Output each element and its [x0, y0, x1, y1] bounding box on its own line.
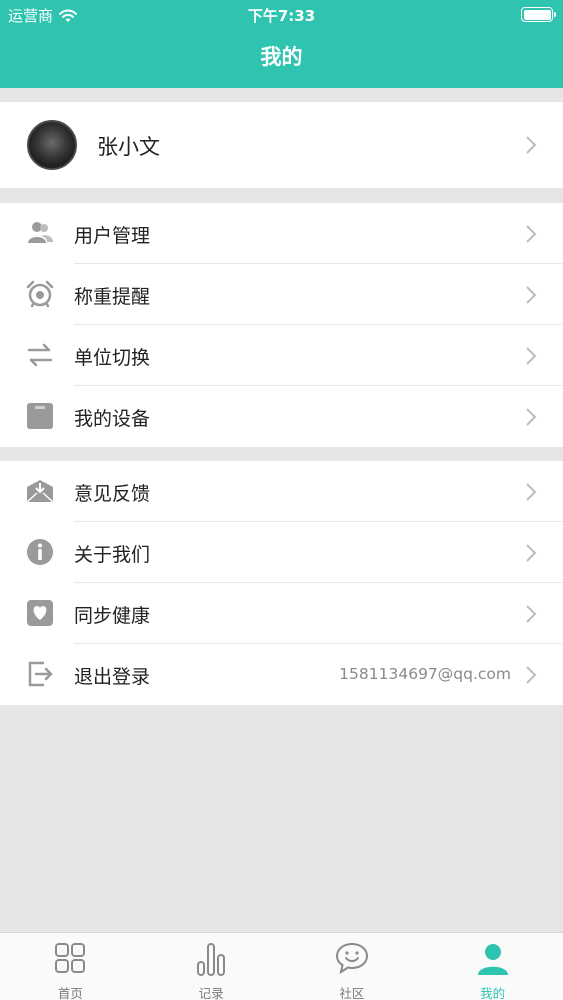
status-bar: 运营商 下午7:33 — [0, 0, 563, 28]
menu-group-general: 意见反馈 关于我们 同步健康 退出登录 1581134697@qq.com — [0, 461, 563, 705]
chevron-right-icon — [526, 605, 537, 623]
menu-item-my-devices[interactable]: 我的设备 — [0, 386, 563, 447]
menu-item-weigh-reminder[interactable]: 称重提醒 — [0, 264, 563, 325]
feedback-envelope-icon — [26, 480, 54, 503]
tab-bar: 首页 记录 社区 我的 — [0, 932, 563, 1000]
menu-item-label: 我的设备 — [74, 408, 151, 430]
users-icon — [28, 222, 53, 243]
tab-label: 社区 — [339, 986, 365, 1000]
menu-group-settings: 用户管理 称重提醒 单位切换 我的设备 — [0, 203, 563, 447]
chevron-right-icon — [526, 483, 537, 501]
chevron-right-icon — [526, 544, 537, 562]
status-time: 下午7:33 — [247, 7, 316, 25]
alarm-clock-icon — [26, 280, 54, 308]
menu-item-label: 意见反馈 — [74, 483, 151, 505]
person-icon — [477, 944, 508, 975]
tab-mine[interactable]: 我的 — [422, 933, 563, 1000]
chevron-right-icon — [526, 225, 537, 243]
info-icon — [27, 539, 53, 565]
battery-icon — [521, 7, 556, 22]
tab-label: 我的 — [480, 986, 506, 1000]
chevron-right-icon — [526, 347, 537, 365]
chat-bubble-icon — [335, 942, 368, 974]
health-heart-icon — [27, 600, 53, 626]
tab-home[interactable]: 首页 — [0, 933, 141, 1000]
menu-item-about-us[interactable]: 关于我们 — [0, 522, 563, 583]
scale-device-icon — [27, 403, 53, 429]
menu-item-feedback[interactable]: 意见反馈 — [0, 461, 563, 522]
menu-item-label: 同步健康 — [74, 605, 151, 627]
grid-icon — [55, 943, 86, 973]
profile-name: 张小文 — [97, 135, 160, 159]
tab-label: 记录 — [198, 986, 224, 1000]
tab-records[interactable]: 记录 — [141, 933, 282, 1000]
chevron-right-icon — [526, 408, 537, 426]
menu-item-label: 用户管理 — [74, 225, 151, 247]
menu-item-label: 关于我们 — [74, 544, 151, 566]
menu-item-sync-health[interactable]: 同步健康 — [0, 583, 563, 644]
nav-title: 我的 — [0, 28, 563, 88]
account-email: 1581134697@qq.com — [339, 665, 511, 683]
profile-row[interactable]: 张小文 — [0, 102, 563, 188]
logout-icon — [28, 661, 53, 687]
bar-chart-icon — [197, 943, 226, 976]
menu-item-label: 称重提醒 — [74, 286, 151, 308]
tab-community[interactable]: 社区 — [282, 933, 423, 1000]
menu-item-user-management[interactable]: 用户管理 — [0, 203, 563, 264]
menu-item-label: 单位切换 — [74, 347, 151, 369]
chevron-right-icon — [526, 666, 537, 684]
chevron-right-icon — [526, 286, 537, 304]
menu-item-unit-switch[interactable]: 单位切换 — [0, 325, 563, 386]
menu-item-logout[interactable]: 退出登录 1581134697@qq.com — [0, 644, 563, 705]
chevron-right-icon — [526, 136, 537, 154]
swap-arrows-icon — [27, 343, 53, 367]
menu-item-label: 退出登录 — [74, 666, 151, 688]
avatar — [27, 120, 77, 170]
tab-label: 首页 — [57, 986, 83, 1000]
